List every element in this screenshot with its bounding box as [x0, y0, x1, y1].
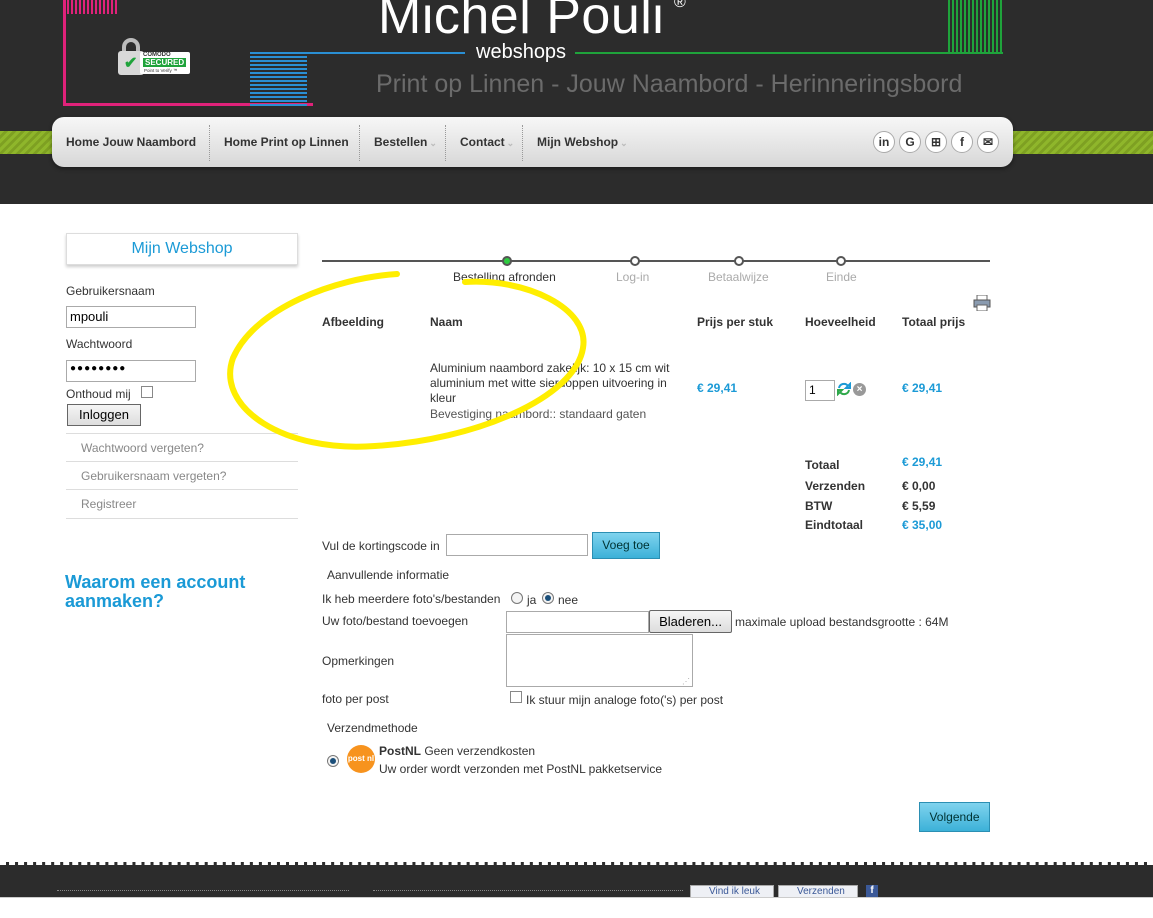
site-header: ✔ COMODO SECURED Point to Verify ™ Miche… — [0, 0, 1153, 204]
coupon-input[interactable] — [446, 534, 588, 556]
row-total: € 29,41 — [902, 381, 943, 395]
step-log-in: Log-in — [616, 270, 650, 284]
progress-dot-current — [502, 256, 512, 266]
shipping-name-line: PostNL Geen verzendkosten — [379, 744, 535, 758]
footer-divider — [57, 890, 349, 891]
file-path-input[interactable] — [506, 611, 649, 633]
upload-label: Uw foto/bestand toevoegen — [322, 614, 469, 628]
annotation-circle — [227, 271, 587, 450]
col-header-totaal: Totaal prijs — [902, 315, 966, 329]
main-navigation: Home Jouw Naambord Home Print op Linnen … — [52, 117, 1013, 167]
shipping-cost: Geen verzendkosten — [424, 744, 536, 758]
login-button[interactable]: Inloggen — [67, 404, 141, 426]
summary-eindtotaal: € 35,00 — [902, 518, 943, 532]
coupon-label: Vul de kortingscode in — [322, 539, 440, 553]
summary-verzenden: € 0,00 — [902, 479, 936, 493]
progress-dot — [630, 256, 640, 266]
step-einde: Einde — [826, 270, 857, 284]
shipping-heading: Verzendmethode — [327, 721, 418, 735]
quantity-input[interactable]: 1 — [805, 380, 835, 401]
nav-item-bestellen[interactable]: Bestellen ⌄ — [374, 117, 437, 167]
username-input[interactable]: mpouli — [66, 306, 196, 328]
radio-nee[interactable] — [542, 592, 554, 604]
why-account-heading[interactable]: Waarom een account aanmaken? — [65, 573, 295, 611]
remember-label: Onthoud mij — [66, 387, 131, 401]
post-label: foto per post — [322, 692, 389, 706]
radio-ja[interactable] — [511, 592, 523, 604]
print-icon[interactable] — [973, 294, 991, 312]
facebook-icon[interactable]: f — [951, 131, 973, 153]
footer-divider — [373, 890, 683, 891]
browse-button[interactable]: Bladeren... — [649, 610, 732, 633]
nav-item-contact[interactable]: Contact ⌄ — [460, 117, 514, 167]
summary-eindtotaal-label: Eindtotaal — [805, 518, 864, 532]
refresh-icon[interactable] — [837, 381, 851, 397]
logo-registered-mark: ® — [674, 0, 686, 11]
chevron-down-icon: ⌄ — [429, 138, 437, 148]
progress-dot — [836, 256, 846, 266]
radio-nee-label: nee — [558, 593, 579, 607]
max-upload-note: maximale upload bestandsgrootte : 64M — [735, 615, 949, 629]
header-decoration-green-stripes — [948, 0, 1003, 54]
col-header-prijs: Prijs per stuk — [697, 315, 774, 329]
nav-item-home-print-op-linnen[interactable]: Home Print op Linnen — [224, 117, 349, 167]
bottom-scroll-area — [0, 897, 1153, 918]
apply-coupon-button[interactable]: Voeg toe — [592, 532, 660, 559]
remove-icon[interactable]: × — [853, 383, 866, 396]
password-input[interactable]: ●●●●●●●● — [66, 360, 196, 382]
green-strip-left — [0, 131, 60, 154]
header-decoration-pink-stripes — [63, 0, 119, 14]
next-button[interactable]: Volgende — [919, 802, 990, 832]
summary-btw-label: BTW — [805, 499, 833, 513]
badge-line3: Point to Verify ™ — [144, 68, 178, 73]
radio-ja-label: ja — [527, 593, 537, 607]
register-link[interactable]: Registreer — [66, 489, 298, 519]
password-label: Wachtwoord — [66, 337, 133, 351]
summary-totaal-label: Totaal — [805, 458, 840, 472]
summary-verzenden-label: Verzenden — [805, 479, 866, 493]
mail-icon[interactable]: ✉ — [977, 131, 999, 153]
extra-info-heading: Aanvullende informatie — [327, 568, 450, 582]
sidebar-title: Mijn Webshop — [66, 233, 298, 265]
shipping-description: Uw order wordt verzonden met PostNL pakk… — [379, 762, 663, 776]
logo-title[interactable]: Michel Pouli — [378, 0, 664, 46]
post-checkbox[interactable] — [510, 691, 522, 703]
summary-totaal: € 29,41 — [902, 455, 943, 469]
progress-line — [322, 260, 990, 262]
logo-subtitle: webshops — [476, 41, 567, 63]
header-tagline: Print op Linnen - Jouw Naambord - Herinn… — [376, 70, 963, 98]
post-checkbox-label: Ik stuur mijn analoge foto('s) per post — [526, 693, 724, 707]
nav-item-home-naambord[interactable]: Home Jouw Naambord — [66, 117, 196, 167]
remember-checkbox[interactable] — [141, 386, 153, 398]
green-strip-right — [1005, 131, 1153, 154]
unit-price: € 29,41 — [697, 381, 738, 395]
facebook-icon[interactable]: f — [866, 885, 878, 897]
linkedin-icon[interactable]: in — [873, 131, 895, 153]
remarks-textarea[interactable]: ⋰ — [506, 634, 693, 687]
postnl-logo: post nl — [347, 745, 375, 773]
web-icon[interactable]: ⊞ — [925, 131, 947, 153]
col-header-hoeveelheid: Hoeveelheid — [805, 315, 876, 329]
forgot-username-link[interactable]: Gebruikersnaam vergeten? — [66, 461, 298, 489]
progress-dot — [734, 256, 744, 266]
comodo-secured-badge[interactable]: ✔ COMODO SECURED Point to Verify ™ — [116, 38, 190, 76]
resize-handle-icon[interactable]: ⋰ — [682, 677, 690, 686]
shipping-name: PostNL — [379, 744, 421, 758]
nav-item-mijn-webshop[interactable]: Mijn Webshop ⌄ — [537, 117, 628, 167]
google-icon[interactable]: G — [899, 131, 921, 153]
step-betaalwijze: Betaalwijze — [708, 270, 769, 284]
chevron-down-icon: ⌄ — [506, 138, 515, 148]
shipping-radio-postnl[interactable] — [327, 755, 339, 767]
chevron-down-icon: ⌄ — [620, 138, 628, 148]
badge-line2: SECURED — [143, 58, 187, 67]
header-decoration-blue-stripes — [250, 52, 307, 106]
username-label: Gebruikersnaam — [66, 284, 155, 298]
header-decoration-green-line — [575, 52, 1003, 54]
summary-btw: € 5,59 — [902, 499, 936, 513]
multiple-photos-label: Ik heb meerdere foto's/bestanden — [322, 592, 501, 606]
remarks-label: Opmerkingen — [322, 654, 395, 668]
